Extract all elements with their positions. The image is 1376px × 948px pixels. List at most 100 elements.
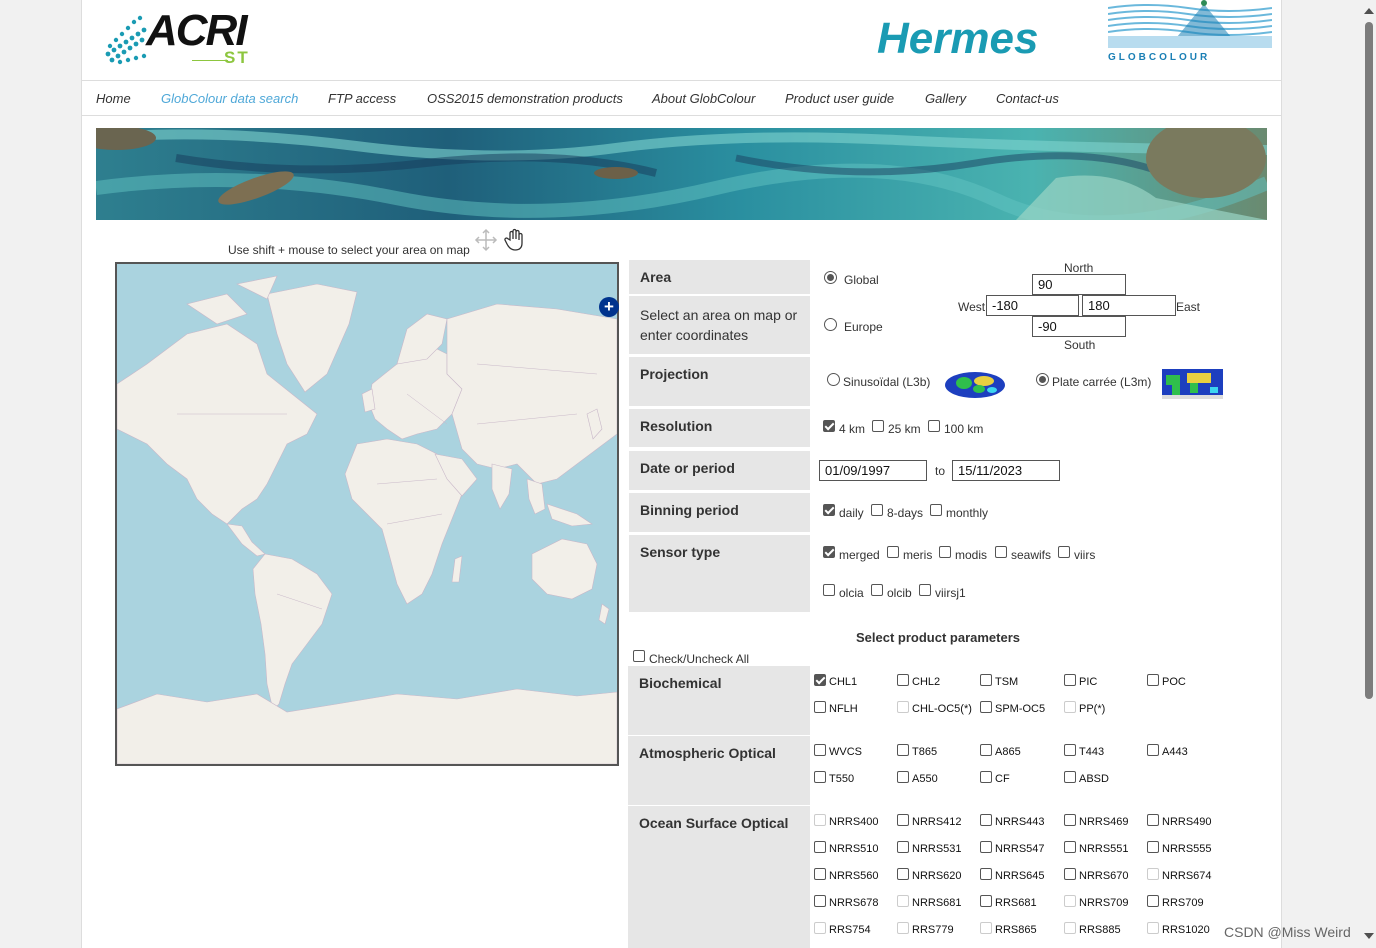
param-chl1-checkbox[interactable] — [814, 674, 826, 686]
sensor-viirsj1-checkbox[interactable] — [919, 584, 931, 596]
sensor-seawifs-checkbox[interactable] — [995, 546, 1007, 558]
binning-8days-checkbox[interactable] — [871, 504, 883, 516]
resolution-label: Resolution — [629, 409, 810, 447]
binning-label: Binning period — [629, 493, 810, 532]
scroll-down-arrow-icon[interactable] — [1363, 931, 1375, 941]
param-nrrs560-checkbox[interactable] — [814, 868, 826, 880]
param-nrrs670-checkbox[interactable] — [1064, 868, 1076, 880]
sensor-viirs-checkbox[interactable] — [1058, 546, 1070, 558]
param-rrs885-label: RRS885 — [1079, 924, 1121, 936]
ocean-surface-optical-label: Ocean Surface Optical — [628, 806, 810, 948]
area-global-radio[interactable] — [824, 271, 837, 284]
param-nrrs469-checkbox[interactable] — [1064, 814, 1076, 826]
projection-plate-carree-radio[interactable] — [1036, 373, 1049, 386]
param-chl2-label: CHL2 — [912, 676, 941, 688]
param-a865-checkbox[interactable] — [980, 744, 992, 756]
param-t550-checkbox[interactable] — [814, 771, 826, 783]
param-nrrs678-checkbox[interactable] — [814, 895, 826, 907]
resolution-100km-checkbox[interactable] — [928, 420, 940, 432]
param-nrrs490-checkbox[interactable] — [1147, 814, 1159, 826]
param-pic-checkbox[interactable] — [1064, 674, 1076, 686]
sensor-meris-checkbox[interactable] — [887, 546, 899, 558]
param-cf-checkbox[interactable] — [980, 771, 992, 783]
param-rrs681-checkbox[interactable] — [980, 895, 992, 907]
acri-logo-line — [192, 60, 228, 61]
projection-sinusoidal-radio[interactable] — [827, 373, 840, 386]
nav-globcolour-data-search[interactable]: GlobColour data search — [161, 91, 298, 106]
param-wvcs-checkbox[interactable] — [814, 744, 826, 756]
sensor-modis-checkbox[interactable] — [939, 546, 951, 558]
param-nrrs443-checkbox[interactable] — [980, 814, 992, 826]
area-europe-radio[interactable] — [824, 318, 837, 331]
param-rrs754-checkbox — [814, 922, 826, 934]
east-input[interactable] — [1082, 295, 1176, 316]
param-nrrs709-checkbox — [1064, 895, 1076, 907]
date-from-input[interactable] — [819, 460, 927, 481]
binning-daily-label: daily — [839, 506, 864, 520]
projection-plate-carree-label: Plate carrée (L3m) — [1052, 375, 1152, 389]
param-nrrs412-checkbox[interactable] — [897, 814, 909, 826]
param-nrrs645-checkbox[interactable] — [980, 868, 992, 880]
param-rrs709-checkbox[interactable] — [1147, 895, 1159, 907]
binning-8days-label: 8-days — [887, 506, 924, 520]
hand-icon[interactable] — [504, 228, 526, 252]
param-poc-label: POC — [1162, 676, 1186, 688]
param-nrrs555-checkbox[interactable] — [1147, 841, 1159, 853]
scrollbar-thumb[interactable] — [1365, 22, 1373, 699]
param-t443-checkbox[interactable] — [1064, 744, 1076, 756]
param-tsm-checkbox[interactable] — [980, 674, 992, 686]
resolution-4km-checkbox[interactable] — [823, 420, 835, 432]
sensor-modis-label: modis — [955, 548, 988, 562]
param-nrrs510-checkbox[interactable] — [814, 841, 826, 853]
binning-monthly-checkbox[interactable] — [930, 504, 942, 516]
param-nrrs681-checkbox — [897, 895, 909, 907]
param-nrrs510-label: NRRS510 — [829, 843, 879, 855]
south-input[interactable] — [1032, 316, 1126, 337]
param-nflh-checkbox[interactable] — [814, 701, 826, 713]
sensor-olcib-checkbox[interactable] — [871, 584, 883, 596]
param-nrrs412-label: NRRS412 — [912, 816, 962, 828]
param-chl2-checkbox[interactable] — [897, 674, 909, 686]
param-nrrs645-label: NRRS645 — [995, 870, 1045, 882]
param-nrrs547-checkbox[interactable] — [980, 841, 992, 853]
param-a550-checkbox[interactable] — [897, 771, 909, 783]
nav-gallery[interactable]: Gallery — [925, 91, 966, 106]
param-nrrs678-label: NRRS678 — [829, 897, 879, 909]
param-nrrs620-checkbox[interactable] — [897, 868, 909, 880]
param-a443-checkbox[interactable] — [1147, 744, 1159, 756]
param-nrrs560-label: NRRS560 — [829, 870, 879, 882]
nav-home[interactable]: Home — [96, 91, 131, 106]
nav-ftp-access[interactable]: FTP access — [328, 91, 396, 106]
param-rrs779-label: RRS779 — [912, 924, 954, 936]
param-absd-checkbox[interactable] — [1064, 771, 1076, 783]
sensor-olcia-label: olcia — [839, 586, 864, 600]
west-input[interactable] — [986, 295, 1079, 316]
hermes-logo: Hermes — [877, 14, 1039, 63]
param-poc-checkbox[interactable] — [1147, 674, 1159, 686]
sensor-seawifs-label: seawifs — [1011, 548, 1052, 562]
nav-oss2015-demo[interactable]: OSS2015 demonstration products — [427, 91, 623, 106]
param-nrrs531-checkbox[interactable] — [897, 841, 909, 853]
pan-arrows-icon[interactable] — [474, 228, 498, 252]
check-all-checkbox[interactable] — [633, 650, 645, 662]
param-nrrs674-label: NRRS674 — [1162, 870, 1212, 882]
nav-product-user-guide[interactable]: Product user guide — [785, 91, 894, 106]
param-tsm-label: TSM — [995, 676, 1019, 688]
param-spm-oc5-label: SPM-OC5 — [995, 703, 1046, 715]
param-t865-checkbox[interactable] — [897, 744, 909, 756]
param-nrrs400-label: NRRS400 — [829, 816, 879, 828]
north-label: North — [1064, 261, 1094, 275]
scroll-up-arrow-icon[interactable] — [1363, 6, 1375, 16]
map-zoom-in-button[interactable]: + — [599, 297, 619, 317]
sensor-olcia-checkbox[interactable] — [823, 584, 835, 596]
param-nrrs551-checkbox[interactable] — [1064, 841, 1076, 853]
resolution-25km-checkbox[interactable] — [872, 420, 884, 432]
binning-daily-checkbox[interactable] — [823, 504, 835, 516]
date-to-input[interactable] — [952, 460, 1060, 481]
nav-contact-us[interactable]: Contact-us — [996, 91, 1059, 106]
sensor-merged-checkbox[interactable] — [823, 546, 835, 558]
north-input[interactable] — [1032, 274, 1126, 295]
param-spm-oc5-checkbox[interactable] — [980, 701, 992, 713]
nav-about-globcolour[interactable]: About GlobColour — [652, 91, 755, 106]
world-map[interactable] — [115, 262, 619, 766]
